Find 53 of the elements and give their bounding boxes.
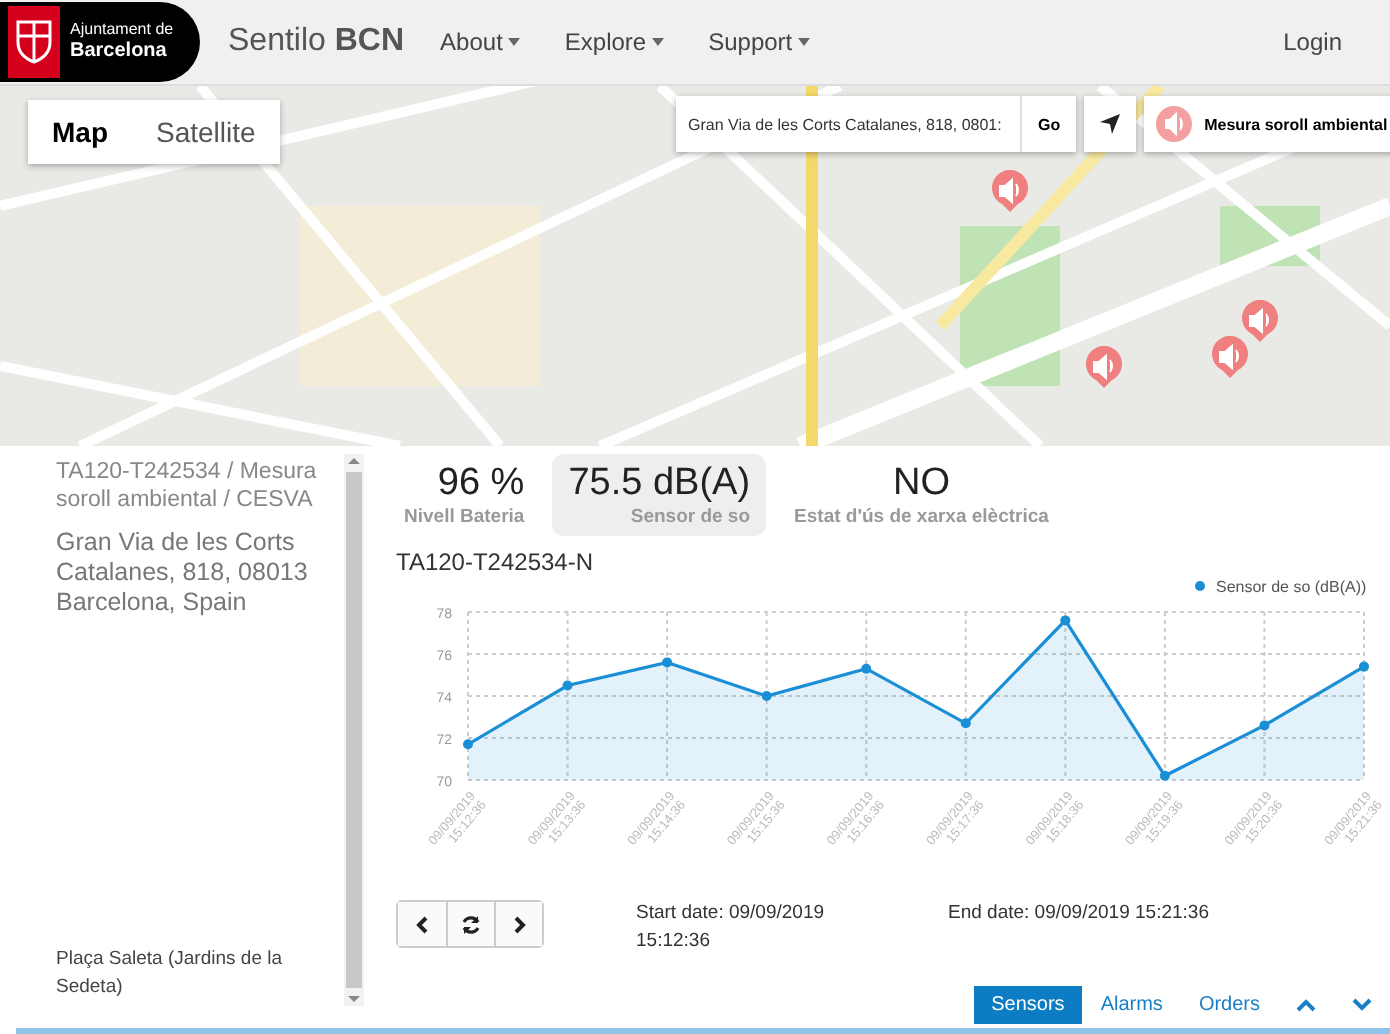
chevron-right-icon: [513, 915, 525, 933]
shield-icon: [16, 20, 52, 64]
data-point: [463, 739, 473, 750]
data-point: [662, 657, 673, 668]
nav-menu[interactable]: Support: [708, 28, 811, 56]
panel-tab[interactable]: Alarms: [1082, 986, 1181, 1024]
speaker-marker-icon[interactable]: [1084, 346, 1124, 390]
refresh-button[interactable]: [446, 902, 494, 946]
panel-tab[interactable]: Sensors: [973, 986, 1083, 1024]
location-arrow-icon: [1098, 112, 1123, 136]
chevron-down-icon: [1352, 998, 1372, 1012]
layer-dropdown[interactable]: Mesura soroll ambiental: [1144, 96, 1390, 152]
end-date: End date: 09/09/2019 15:21:36: [948, 900, 1209, 928]
nav-menu[interactable]: About: [440, 28, 521, 56]
scrollbar[interactable]: [344, 454, 364, 1006]
data-point: [1359, 661, 1369, 672]
data-point: [960, 718, 971, 729]
go-button[interactable]: Go: [1020, 96, 1077, 152]
data-point: [1159, 770, 1170, 781]
speaker-marker-icon[interactable]: [990, 170, 1030, 214]
data-point: [562, 680, 573, 691]
login-link[interactable]: Login: [1283, 28, 1342, 56]
start-date: Start date: 09/09/2019 15:12:36: [636, 900, 827, 957]
site-title: Sentilo BCN: [228, 24, 405, 60]
speaker-icon: [1156, 106, 1193, 142]
data-point: [1060, 615, 1071, 626]
data-point: [761, 691, 772, 701]
reading-card[interactable]: NO Estat d'ús de xarxa elèctrica: [778, 454, 1065, 536]
map-type-tab[interactable]: Satellite: [132, 100, 280, 164]
sensor-address: Gran Via de les Corts Catalanes, 818, 08013 Barcelona, Spain: [56, 527, 310, 618]
next-button[interactable]: [494, 902, 542, 946]
chart-title: TA120-T242534-N: [396, 548, 595, 576]
speaker-marker-icon[interactable]: [1210, 336, 1250, 380]
reading-card[interactable]: 75.5 dB(A) Sensor de so: [552, 454, 767, 536]
map-type-tab[interactable]: Map: [28, 100, 132, 164]
chevron-left-icon: [416, 915, 428, 933]
previous-button[interactable]: [398, 902, 446, 946]
logo-text: Barcelona: [70, 39, 169, 62]
data-point: [1259, 720, 1270, 731]
locate-button[interactable]: [1084, 96, 1137, 152]
speaker-marker-icon[interactable]: [1240, 300, 1280, 344]
nav-menu[interactable]: Explore: [564, 28, 665, 56]
reading-card[interactable]: 96 % Nivell Bateria: [388, 454, 541, 536]
data-point: [861, 663, 872, 674]
panel-tab[interactable]: Orders: [1180, 986, 1278, 1024]
sensor-title: TA120-T242534 / Mesura soroll ambiental / CESVA: [56, 458, 319, 516]
address-search-field[interactable]: Gran Via de les Corts Catalanes, 818, 0801:: [676, 96, 1020, 152]
city-logo[interactable]: Ajuntament de Barcelona: [0, 2, 200, 82]
refresh-icon: [460, 913, 482, 935]
legend-label: Sensor de so (dB(A)): [1216, 578, 1367, 596]
sensor-location: Plaça Saleta (Jardins de la Sedeta): [56, 945, 285, 1002]
chevron-up-icon: [1296, 998, 1316, 1012]
logo-text: Ajuntament de: [70, 22, 174, 40]
